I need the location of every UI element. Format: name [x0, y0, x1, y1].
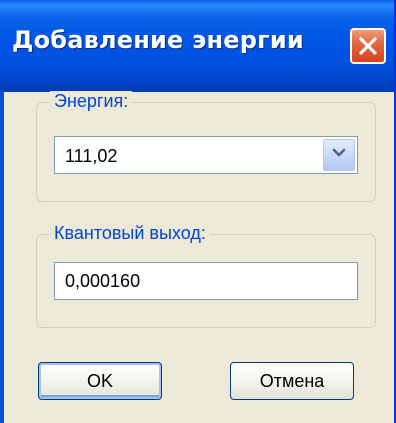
- cancel-button-label: Отмена: [259, 370, 325, 391]
- energy-combobox[interactable]: 111,02: [54, 136, 358, 174]
- energy-label: Энергия:: [50, 91, 133, 112]
- title-bar[interactable]: Добавление энергии: [0, 0, 394, 92]
- quantum-yield-input[interactable]: [54, 262, 358, 300]
- close-icon: [358, 36, 378, 56]
- close-button[interactable]: [350, 28, 386, 64]
- energy-dropdown-button[interactable]: [323, 139, 355, 171]
- dialog-window: Добавление энергии Энергия: 111,02 Квант…: [0, 0, 396, 423]
- quantum-yield-label: Квантовый выход:: [50, 223, 210, 244]
- window-title: Добавление энергии: [12, 26, 304, 54]
- window-left-border: [0, 92, 4, 423]
- chevron-down-icon: [332, 146, 346, 164]
- cancel-button[interactable]: Отмена: [230, 362, 354, 400]
- energy-combobox-value: 111,02: [65, 146, 118, 166]
- ok-button[interactable]: OK: [38, 362, 162, 400]
- ok-button-label: OK: [86, 370, 113, 391]
